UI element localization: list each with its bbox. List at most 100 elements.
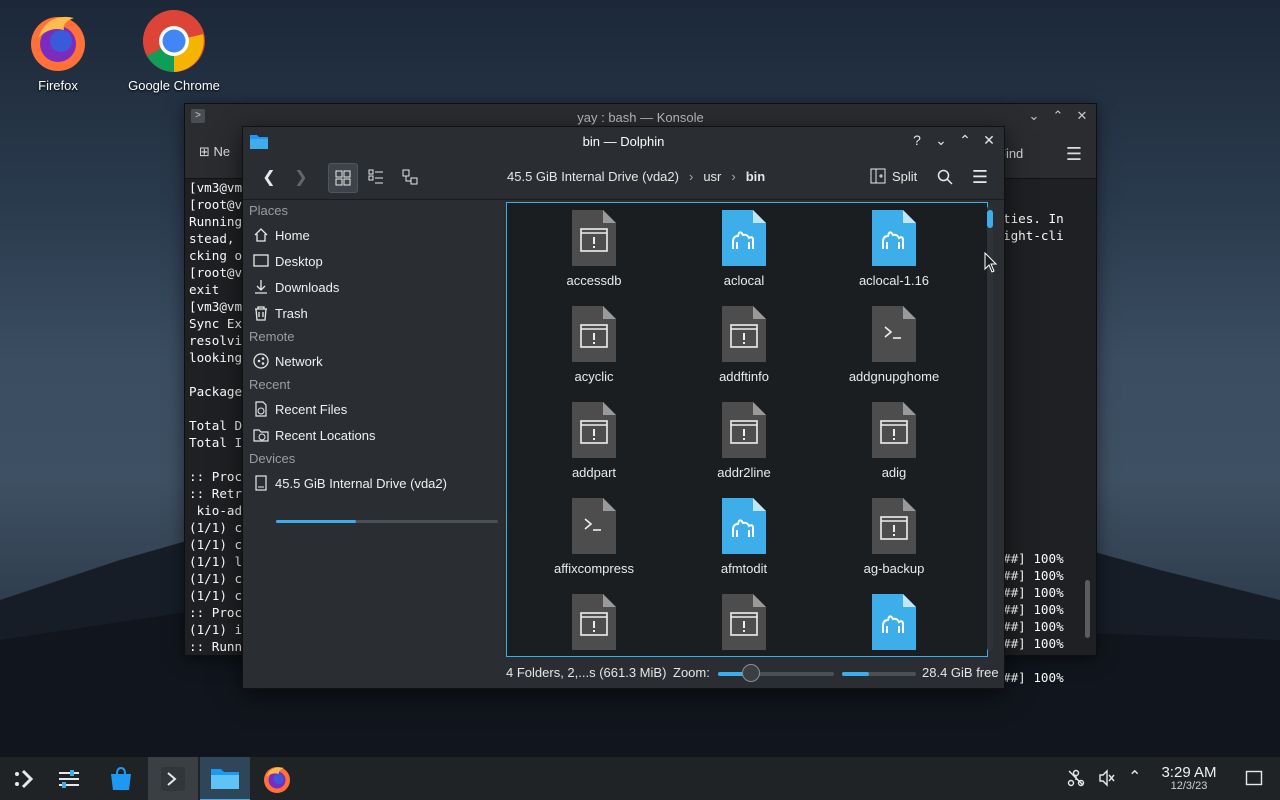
file-item[interactable]: aclocal-1.16: [819, 209, 969, 288]
konsole-icon: [161, 767, 185, 791]
scrollbar-handle[interactable]: [987, 210, 993, 228]
executable-icon: [872, 498, 916, 554]
taskbar-dolphin[interactable]: [200, 757, 250, 800]
close-icon[interactable]: ✕: [1074, 108, 1090, 124]
clock-time: 3:29 AM: [1161, 764, 1217, 781]
taskbar-firefox[interactable]: [252, 757, 302, 800]
drive-icon: [255, 475, 267, 491]
file-item[interactable]: afmtodit: [669, 497, 819, 576]
close-icon[interactable]: ✕: [980, 131, 998, 149]
file-item[interactable]: aclocal: [669, 209, 819, 288]
file-item[interactable]: [519, 593, 669, 656]
zoom-slider-handle[interactable]: [742, 664, 760, 682]
executable-icon: [572, 306, 616, 362]
split-icon: [870, 168, 886, 184]
perl-script-icon: [872, 210, 916, 266]
chevron-up-icon[interactable]: ⌃: [1128, 767, 1141, 787]
file-item[interactable]: adig: [819, 401, 969, 480]
discover-store-icon[interactable]: [96, 757, 146, 800]
dolphin-titlebar[interactable]: bin — Dolphin ? ⌄ ⌃ ✕: [243, 127, 1004, 155]
network-status-icon[interactable]: [1067, 769, 1085, 790]
free-space-bar: [842, 672, 916, 676]
terminal-scrollbar[interactable]: [1085, 580, 1090, 638]
volume-muted-icon[interactable]: [1098, 769, 1116, 790]
places-item-trash[interactable]: Trash: [243, 300, 505, 326]
file-name: afmtodit: [720, 561, 768, 576]
places-panel: Places Home Desktop Downloads Trash Remo…: [243, 200, 505, 688]
chevron-right-icon: ›: [688, 169, 694, 184]
executable-icon: [572, 594, 616, 650]
file-name: aclocal: [723, 273, 765, 288]
file-item[interactable]: addr2line: [669, 401, 819, 480]
executable-icon: [722, 402, 766, 458]
hamburger-menu-icon[interactable]: ☰: [1066, 144, 1082, 165]
file-name: addpart: [571, 465, 617, 480]
places-heading: Recent: [249, 377, 291, 392]
places-heading: Devices: [249, 451, 296, 466]
zoom-slider[interactable]: [718, 672, 834, 676]
show-desktop-icon[interactable]: [1245, 769, 1263, 790]
home-icon: [254, 228, 268, 242]
places-item-downloads[interactable]: Downloads: [243, 274, 505, 300]
file-name: addr2line: [717, 465, 771, 480]
file-item[interactable]: accessdb: [519, 209, 669, 288]
forward-icon[interactable]: ❯: [287, 163, 315, 191]
minimize-icon[interactable]: ⌄: [932, 131, 950, 149]
breadcrumb-current[interactable]: bin: [746, 169, 766, 184]
back-icon[interactable]: ❮: [255, 163, 283, 191]
places-heading: Places: [249, 203, 289, 218]
file-item[interactable]: acyclic: [519, 305, 669, 384]
file-item[interactable]: addpart: [519, 401, 669, 480]
search-icon[interactable]: [931, 163, 959, 191]
firefox-icon: [31, 16, 85, 71]
places-item-home[interactable]: Home: [243, 222, 505, 248]
help-icon[interactable]: ?: [908, 131, 926, 149]
recent-locations-icon: [253, 429, 269, 442]
desktop-icon-chrome[interactable]: Google Chrome: [124, 8, 224, 93]
breadcrumb: 45.5 GiB Internal Drive (vda2) › usr › b…: [507, 169, 765, 184]
mouse-cursor-icon: [984, 252, 998, 273]
dolphin-window[interactable]: bin — Dolphin ? ⌄ ⌃ ✕ ❮ ❯ 45.5 GiB Inter…: [242, 126, 1005, 689]
compact-view-icon[interactable]: [362, 163, 390, 191]
status-bar: 4 Folders, 2,...s (661.3 MiB) Zoom: 28.4…: [506, 659, 1001, 687]
icons-view-icon[interactable]: [328, 163, 358, 193]
hamburger-menu-icon[interactable]: ☰: [966, 163, 994, 191]
taskbar-konsole[interactable]: [148, 757, 198, 800]
places-item-recent-files[interactable]: Recent Files: [243, 396, 505, 422]
file-item[interactable]: affixcompress: [519, 497, 669, 576]
chevron-right-icon: ›: [731, 169, 736, 184]
breadcrumb-item[interactable]: usr: [703, 169, 721, 184]
file-item[interactable]: addftinfo: [669, 305, 819, 384]
breadcrumb-item[interactable]: 45.5 GiB Internal Drive (vda2): [507, 169, 679, 184]
places-item-recent-locations[interactable]: Recent Locations: [243, 422, 505, 448]
zoom-label: Zoom:: [673, 665, 710, 680]
desktop-icon-firefox[interactable]: Firefox: [8, 8, 108, 93]
file-item[interactable]: [669, 593, 819, 656]
file-view[interactable]: accessdb aclocal aclocal-1.16 acyclic addfti…: [506, 202, 988, 657]
shell-script-icon: [872, 306, 916, 362]
perl-script-icon: [872, 594, 916, 650]
executable-icon: [572, 402, 616, 458]
desktop-icon-label: Google Chrome: [128, 78, 220, 93]
file-item[interactable]: ag-backup: [819, 497, 969, 576]
clock[interactable]: 3:29 AM 12/3/23: [1156, 764, 1222, 792]
file-name: adig: [881, 465, 907, 480]
maximize-icon[interactable]: ⌃: [956, 131, 974, 149]
trash-icon: [255, 306, 267, 321]
details-view-icon[interactable]: [396, 163, 424, 191]
places-item-desktop[interactable]: Desktop: [243, 248, 505, 274]
split-button[interactable]: Split: [870, 168, 917, 184]
executable-icon: [722, 594, 766, 650]
maximize-icon[interactable]: ⌃: [1050, 108, 1066, 124]
places-item-network[interactable]: Network: [243, 348, 505, 374]
places-item-drive[interactable]: 45.5 GiB Internal Drive (vda2): [243, 470, 505, 496]
file-item[interactable]: [819, 593, 969, 656]
system-settings-icon[interactable]: [44, 757, 94, 800]
file-item[interactable]: addgnupghome: [819, 305, 969, 384]
dolphin-title: bin — Dolphin: [582, 133, 665, 149]
new-tab-icon: ⊞: [199, 144, 214, 159]
app-launcher-icon[interactable]: [0, 757, 50, 800]
konsole-title: yay : bash — Konsole: [577, 109, 704, 125]
new-tab-button[interactable]: ⊞ Ne: [199, 144, 230, 160]
minimize-icon[interactable]: ⌄: [1026, 108, 1042, 124]
